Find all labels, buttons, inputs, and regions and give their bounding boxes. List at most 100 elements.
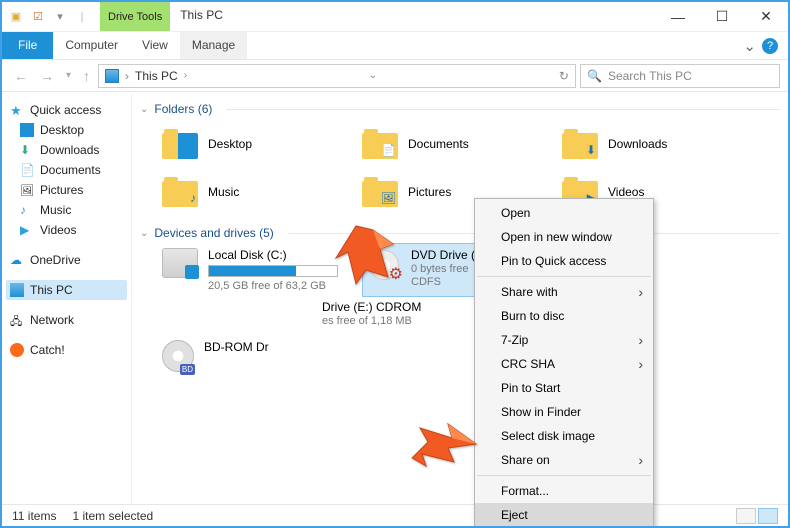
videos-icon <box>20 223 34 237</box>
desktop-icon <box>20 123 34 137</box>
tile-label: Music <box>208 185 239 199</box>
divider <box>477 276 651 277</box>
hdd-icon <box>162 248 198 278</box>
sidebar-this-pc[interactable]: This PC <box>6 280 127 300</box>
tab-view[interactable]: View <box>130 32 180 59</box>
help-icon[interactable]: ? <box>762 38 778 54</box>
tile-label: Pictures <box>408 185 451 199</box>
capacity-bar <box>208 265 338 277</box>
network-icon <box>10 313 24 327</box>
sidebar-item-documents[interactable]: Documents <box>6 160 127 180</box>
nav-pane: Quick access Desktop Downloads Documents… <box>2 94 132 504</box>
forward-button[interactable]: → <box>36 68 58 84</box>
contextual-tab-drive-tools[interactable]: Drive Tools <box>100 2 170 31</box>
tab-file[interactable]: File <box>2 32 53 59</box>
ctx-crc-sha[interactable]: CRC SHA <box>475 352 653 376</box>
drive-name: Drive (E:) CDROM <box>322 300 421 314</box>
ctx-share-on[interactable]: Share on <box>475 448 653 472</box>
folder-icon: ⬇ <box>562 129 598 159</box>
breadcrumb-chevron-icon[interactable]: › <box>184 70 187 81</box>
drive-free: es free of 1,18 MB <box>322 315 421 327</box>
section-drives-header[interactable]: ⌄ Devices and drives (5) <box>138 222 782 244</box>
drive-name: Local Disk (C:) <box>208 248 338 262</box>
tile-label: Desktop <box>208 137 252 151</box>
ctx-open-new-window[interactable]: Open in new window <box>475 225 653 249</box>
drive-cdrom-e[interactable]: Drive (E:) CDROM es free of 1,18 MB <box>318 296 488 336</box>
sidebar-item-pictures[interactable]: Pictures <box>6 180 127 200</box>
section-folders-header[interactable]: ⌄ Folders (6) <box>138 98 782 120</box>
drive-free: 0 bytes free <box>411 263 475 275</box>
ctx-eject[interactable]: Eject <box>475 503 653 527</box>
undo-qat-icon[interactable]: ▾ <box>52 9 68 25</box>
tab-manage[interactable]: Manage <box>180 32 247 59</box>
ctx-burn[interactable]: Burn to disc <box>475 304 653 328</box>
ctx-7zip[interactable]: 7-Zip <box>475 328 653 352</box>
ctx-open[interactable]: Open <box>475 201 653 225</box>
tile-label: Documents <box>408 137 469 151</box>
search-box[interactable]: 🔍 Search This PC <box>580 64 780 88</box>
ctx-show-finder[interactable]: Show in Finder <box>475 400 653 424</box>
sidebar-item-videos[interactable]: Videos <box>6 220 127 240</box>
minimize-button[interactable]: — <box>656 2 700 31</box>
breadcrumb[interactable]: This PC <box>135 69 178 83</box>
folder-music[interactable]: ♪Music <box>158 168 348 216</box>
drive-free: 20,5 GB free of 63,2 GB <box>208 280 338 292</box>
ribbon-expand-icon[interactable]: ⌄ <box>743 37 756 55</box>
sidebar-label: Quick access <box>30 103 101 117</box>
view-details-button[interactable] <box>736 508 756 524</box>
maximize-button[interactable]: ☐ <box>700 2 744 31</box>
properties-icon[interactable]: ☑ <box>30 9 46 25</box>
close-button[interactable]: ✕ <box>744 2 788 31</box>
view-tiles-button[interactable] <box>758 508 778 524</box>
explorer-window: ▣ ☑ ▾ | Drive Tools This PC — ☐ ✕ File C… <box>0 0 790 528</box>
sidebar-onedrive[interactable]: OneDrive <box>6 250 127 270</box>
drive-bdrom-g[interactable]: BD-ROM Dr <box>158 336 288 376</box>
folder-desktop[interactable]: Desktop <box>158 120 348 168</box>
chevron-down-icon: ⌄ <box>140 228 148 239</box>
sidebar-label: Music <box>40 203 71 217</box>
sidebar-network[interactable]: Network <box>6 310 127 330</box>
folder-downloads[interactable]: ⬇Downloads <box>558 120 748 168</box>
sidebar-quick-access[interactable]: Quick access <box>6 100 127 120</box>
window-controls: — ☐ ✕ <box>656 2 788 31</box>
bd-disc-icon <box>162 340 194 372</box>
downloads-icon <box>20 143 34 157</box>
refresh-icon[interactable]: ↻ <box>559 69 569 83</box>
ctx-pin-quick-access[interactable]: Pin to Quick access <box>475 249 653 273</box>
address-dropdown-icon[interactable]: ⌄ <box>369 70 377 81</box>
qat-sep: | <box>74 9 90 25</box>
back-button[interactable]: ← <box>10 68 32 84</box>
ctx-select-disk-image[interactable]: Select disk image <box>475 424 653 448</box>
annotation-arrow-top <box>328 222 398 292</box>
status-bar: 11 items 1 item selected <box>2 504 788 526</box>
music-icon <box>20 203 34 217</box>
divider <box>477 475 651 476</box>
navigation-bar: ← → ▾ ↑ › This PC › ⌄ ↻ 🔍 Search This PC <box>2 60 788 92</box>
sidebar-label: Downloads <box>40 143 99 157</box>
sidebar-label: Videos <box>40 223 76 237</box>
sidebar-item-downloads[interactable]: Downloads <box>6 140 127 160</box>
ctx-pin-start[interactable]: Pin to Start <box>475 376 653 400</box>
ribbon-tabs: File Computer View Manage ⌄ ? <box>2 32 788 60</box>
context-menu: Open Open in new window Pin to Quick acc… <box>474 198 654 528</box>
catch-icon <box>10 343 24 357</box>
tile-label: Videos <box>608 185 644 199</box>
search-placeholder: Search This PC <box>608 69 692 83</box>
ctx-format[interactable]: Format... <box>475 479 653 503</box>
ctx-share-with[interactable]: Share with <box>475 280 653 304</box>
this-pc-icon <box>105 69 119 83</box>
sidebar-catch[interactable]: Catch! <box>6 340 127 360</box>
folder-icon: 📄 <box>362 129 398 159</box>
tab-computer[interactable]: Computer <box>53 32 130 59</box>
sidebar-label: This PC <box>30 283 73 297</box>
up-button[interactable]: ↑ <box>79 68 94 84</box>
section-title: Folders (6) <box>154 102 212 116</box>
recent-locations-icon[interactable]: ▾ <box>62 70 75 81</box>
sidebar-item-desktop[interactable]: Desktop <box>6 120 127 140</box>
sidebar-item-music[interactable]: Music <box>6 200 127 220</box>
drive-local-c[interactable]: Local Disk (C:) 20,5 GB free of 63,2 GB <box>158 244 353 296</box>
folder-documents[interactable]: 📄 Documents <box>358 120 548 168</box>
address-bar[interactable]: › This PC › ⌄ ↻ <box>98 64 576 88</box>
sidebar-label: Catch! <box>30 343 65 357</box>
sidebar-label: Documents <box>40 163 101 177</box>
